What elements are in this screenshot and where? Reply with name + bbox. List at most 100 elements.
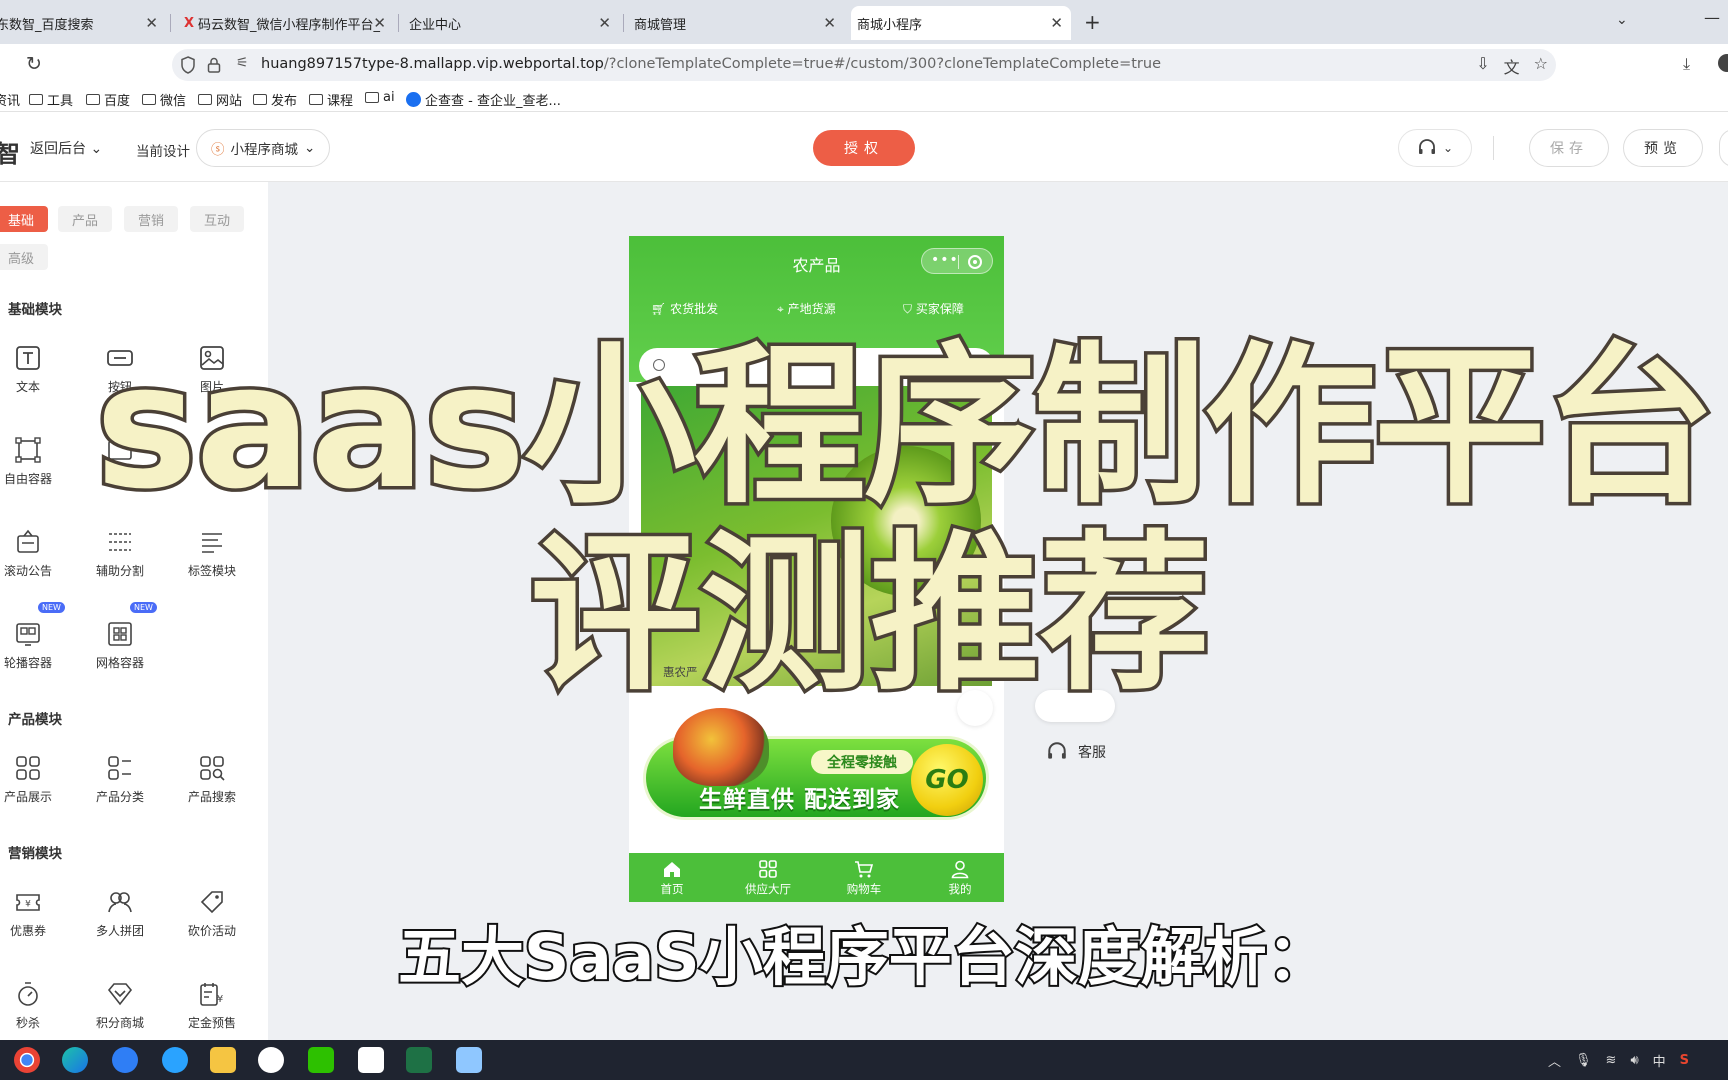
- tab-marketing[interactable]: 营销: [124, 206, 178, 232]
- bookmark-folder[interactable]: 微信: [142, 90, 186, 109]
- tab-label: 购物车: [846, 882, 882, 896]
- customer-service-menu[interactable]: ⌄: [1398, 129, 1472, 167]
- save-button[interactable]: 保存: [1529, 129, 1609, 167]
- design-select[interactable]: ⓢ 小程序商城 ⌄: [196, 129, 330, 167]
- wifi-icon[interactable]: ≋: [1606, 1053, 1617, 1068]
- component-grid-container[interactable]: NEW 网格容器: [80, 602, 160, 671]
- bookmark-folder[interactable]: 网站: [198, 90, 242, 109]
- chevron-up-icon[interactable]: ︿: [1548, 1051, 1561, 1070]
- tab-product[interactable]: 产品: [58, 206, 112, 232]
- phone-tab-bar: 首页 供应大厅 购物车 我的: [629, 853, 1004, 902]
- address-bar[interactable]: ⚟ huang897157type-8.mallapp.vip.webporta…: [172, 49, 1556, 81]
- browser-tab-active[interactable]: 商城小程序 ✕: [851, 6, 1071, 40]
- sogou-icon[interactable]: [112, 1047, 138, 1073]
- component-text[interactable]: 文本: [0, 344, 68, 395]
- translate-icon[interactable]: 文: [1504, 54, 1520, 78]
- tab-advanced[interactable]: 高级: [0, 244, 48, 270]
- volume-icon[interactable]: 🔊︎: [1630, 1053, 1638, 1068]
- diamond-icon: [107, 983, 133, 1006]
- component-scroll-notice[interactable]: 滚动公告: [0, 528, 68, 579]
- reload-icon[interactable]: ↻: [26, 53, 42, 75]
- component-carousel-container[interactable]: NEW 轮播容器: [0, 602, 68, 671]
- qq-icon[interactable]: [258, 1047, 284, 1073]
- close-icon[interactable]: ✕: [373, 15, 386, 31]
- shield-icon[interactable]: [180, 56, 196, 74]
- lock-icon[interactable]: [206, 56, 222, 74]
- component-label: 轮播容器: [3, 656, 52, 670]
- component-flash-sale[interactable]: 秒杀: [0, 980, 68, 1031]
- bookmark-label: 工具: [47, 94, 74, 109]
- browser-tab[interactable]: 东数智_百度搜索 ✕: [0, 6, 166, 40]
- divider-icon: [109, 533, 131, 551]
- capcut-icon[interactable]: [358, 1047, 384, 1073]
- edge-icon[interactable]: [62, 1047, 88, 1073]
- bookmark-label: 发布: [271, 94, 298, 109]
- install-icon[interactable]: ⇩: [1476, 54, 1489, 78]
- browser-tab[interactable]: 企业中心 ✕: [403, 6, 619, 40]
- notes-icon[interactable]: [456, 1047, 482, 1073]
- chrome-icon[interactable]: [14, 1047, 40, 1073]
- location-icon: ⌖: [777, 302, 784, 316]
- folder-icon[interactable]: [210, 1047, 236, 1073]
- bookmark-folder[interactable]: 发布: [253, 90, 297, 109]
- close-icon[interactable]: ✕: [598, 15, 611, 31]
- component-coupon[interactable]: ¥ 优惠券: [0, 888, 68, 939]
- customer-service-float[interactable]: 客服: [1046, 741, 1106, 763]
- chevron-down-icon[interactable]: ⌄: [1616, 12, 1628, 28]
- component-free-container[interactable]: 自由容器: [0, 436, 68, 487]
- text-icon: [16, 346, 40, 370]
- back-to-admin-button[interactable]: 返回后台 ⌄: [30, 138, 102, 158]
- design-select-value: 小程序商城: [230, 142, 299, 158]
- close-icon[interactable]: ✕: [823, 15, 836, 31]
- close-icon[interactable]: ✕: [1050, 15, 1063, 31]
- url-text[interactable]: huang897157type-8.mallapp.vip.webportal.…: [261, 56, 1161, 72]
- headset-icon: [1418, 139, 1435, 154]
- minimize-icon[interactable]: —: [1704, 8, 1720, 27]
- component-points-mall[interactable]: 积分商城: [80, 980, 160, 1031]
- browser-tab[interactable]: 商城管理 ✕: [628, 6, 844, 40]
- more-button[interactable]: [1719, 129, 1728, 167]
- browser-icon[interactable]: [162, 1047, 188, 1073]
- component-product-search[interactable]: 产品搜索: [172, 754, 252, 805]
- authorize-button[interactable]: 授权: [813, 130, 915, 166]
- bookmark-item[interactable]: 资讯: [0, 90, 20, 109]
- tab-cart[interactable]: 购物车: [829, 859, 899, 897]
- tab-supply-hall[interactable]: 供应大厅: [733, 859, 803, 897]
- ime-indicator[interactable]: 中: [1653, 1051, 1666, 1070]
- tab-home[interactable]: 首页: [637, 859, 707, 897]
- browser-tab[interactable]: X 码云数智_微信小程序制作平台_ ✕: [178, 6, 394, 40]
- tab-mine[interactable]: 我的: [925, 859, 995, 897]
- chevron-down-icon: ⌄: [304, 140, 316, 156]
- bookmark-folder[interactable]: ai: [365, 90, 395, 105]
- component-product-category[interactable]: 产品分类: [80, 754, 160, 805]
- bookmark-folder[interactable]: 课程: [309, 90, 353, 109]
- preview-button[interactable]: 预览: [1623, 129, 1703, 167]
- new-tab-icon[interactable]: +: [1084, 10, 1101, 34]
- miniprogram-capsule[interactable]: •••: [921, 248, 993, 274]
- excel-icon[interactable]: [406, 1047, 432, 1073]
- component-presale[interactable]: ¥ 定金预售: [172, 980, 252, 1031]
- notice-icon: [17, 529, 39, 553]
- bookmark-folder[interactable]: 工具: [29, 90, 73, 109]
- component-group-buy[interactable]: 多人拼团: [80, 888, 160, 939]
- download-icon[interactable]: ⤓: [1683, 54, 1690, 74]
- bookmark-item[interactable]: 企查查 - 查企业_查老...: [406, 90, 561, 109]
- close-icon[interactable]: ✕: [145, 15, 158, 31]
- component-bargain[interactable]: 砍价活动: [172, 888, 252, 939]
- site-settings-icon[interactable]: ⚟: [236, 55, 249, 71]
- component-divider[interactable]: 辅助分割: [80, 528, 160, 579]
- svg-text:¥: ¥: [25, 900, 31, 910]
- promo-banner[interactable]: 全程零接触 生鲜直供 配送到家 GO: [643, 708, 989, 820]
- bookmark-folder[interactable]: 百度: [86, 90, 130, 109]
- tab-basic[interactable]: 基础: [0, 206, 48, 232]
- star-icon[interactable]: ☆: [1534, 54, 1548, 78]
- group-buy-icon: [108, 892, 132, 913]
- wechat-icon[interactable]: [308, 1047, 334, 1073]
- component-product-display[interactable]: 产品展示: [0, 754, 68, 805]
- tab-interaction[interactable]: 互动: [190, 206, 244, 232]
- sogou-tray-icon[interactable]: S: [1680, 1053, 1689, 1068]
- logo: 智: [0, 140, 20, 168]
- component-tag[interactable]: 标签模块: [172, 528, 252, 579]
- promo-tag: 全程零接触: [811, 750, 913, 774]
- microphone-icon[interactable]: 🎙︎: [1575, 1053, 1592, 1068]
